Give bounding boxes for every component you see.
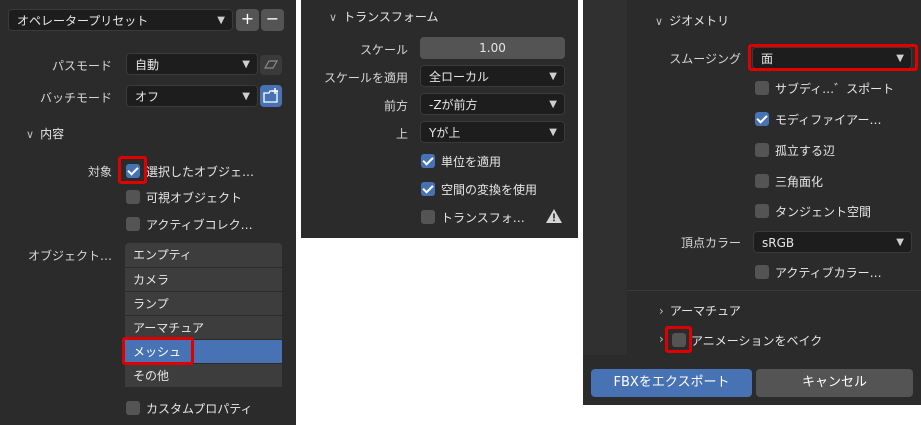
left-panel: オペレータープリセット ▼ + − パスモード 自動 ▼ バッチモード オフ ▼… xyxy=(0,0,296,425)
forward-dropdown[interactable]: -Zが前方 ▼ xyxy=(420,93,565,115)
object-type-lamp[interactable]: ランプ xyxy=(125,291,282,315)
armature-header-label: アーマチュア xyxy=(669,304,741,318)
chevron-down-icon: ▼ xyxy=(549,127,557,138)
chevron-right-icon: › xyxy=(659,332,664,346)
include-header-label: 内容 xyxy=(40,127,65,141)
chevron-down-icon: ▼ xyxy=(549,99,557,110)
tangent-space-checkbox[interactable] xyxy=(755,204,769,218)
subdiv-export-checkbox[interactable] xyxy=(755,81,769,95)
geometry-header-label: ジオメトリ xyxy=(669,14,730,28)
use-space-transform-label: 空間の変換を使用 xyxy=(441,183,538,197)
right-panel: ∨ ジオメトリ スムージング 面 ▼ サブディ…゛スポート モディファイアー… 孤… xyxy=(583,0,921,405)
scale-value: 1.00 xyxy=(479,41,506,55)
apply-modifiers-label: モディファイアー… xyxy=(775,113,882,127)
operator-preset-label: オペレータープリセット xyxy=(17,14,149,28)
object-type-armature[interactable]: アーマチュア xyxy=(125,315,282,339)
smoothing-highlight xyxy=(748,44,918,71)
chevron-down-icon: ▼ xyxy=(242,59,250,70)
path-mode-label: パスモード xyxy=(51,59,112,73)
loose-edges-checkbox[interactable] xyxy=(755,143,769,157)
selected-objects-label: 選択したオブジェ… xyxy=(146,165,255,179)
smoothing-label: スムージング xyxy=(669,52,741,66)
custom-properties-checkbox[interactable] xyxy=(126,401,140,415)
warning-icon xyxy=(545,207,563,225)
chevron-down-icon: ▼ xyxy=(242,91,250,102)
apply-unit-checkbox[interactable] xyxy=(421,154,435,168)
use-space-transform-checkbox[interactable] xyxy=(421,182,435,196)
scale-label: スケール xyxy=(359,43,408,57)
geometry-section-header[interactable]: ∨ ジオメトリ xyxy=(655,12,729,29)
apply-transform-checkbox[interactable] xyxy=(421,210,435,224)
forward-label: 前方 xyxy=(383,99,408,113)
chevron-right-icon: › xyxy=(659,304,664,318)
batch-mode-dropdown[interactable]: オフ ▼ xyxy=(126,85,258,107)
chevron-down-icon: ▼ xyxy=(217,15,225,26)
add-preset-button[interactable]: + xyxy=(236,9,259,31)
up-dropdown[interactable]: Yが上 ▼ xyxy=(420,121,565,143)
mesh-highlight xyxy=(122,337,194,365)
target-label: 対象 xyxy=(87,165,112,179)
object-type-camera[interactable]: カメラ xyxy=(125,267,282,291)
loose-edges-label: 孤立する辺 xyxy=(775,144,836,158)
vertex-color-value: sRGB xyxy=(762,236,795,250)
visible-objects-checkbox[interactable] xyxy=(126,190,140,204)
vertex-color-label: 頂点カラー xyxy=(680,236,741,250)
object-type-empty[interactable]: エンプティ xyxy=(125,243,282,267)
active-collection-label: アクティブコレク… xyxy=(146,218,253,232)
remove-preset-button[interactable]: − xyxy=(261,9,284,31)
triangulate-checkbox[interactable] xyxy=(755,174,769,188)
up-value: Yが上 xyxy=(429,126,461,140)
path-mode-dropdown[interactable]: 自動 ▼ xyxy=(126,53,258,75)
object-types-list: エンプティ カメラ ランプ アーマチュア メッシュ その他 xyxy=(125,243,282,392)
object-types-label: オブジェクト… xyxy=(27,249,112,263)
export-fbx-button[interactable]: FBXをエクスポート xyxy=(591,369,752,397)
divider xyxy=(627,290,921,291)
operator-preset-dropdown[interactable]: オペレータープリセット ▼ xyxy=(8,9,233,31)
batch-own-dir-icon[interactable] xyxy=(260,85,282,107)
outer-panel-strip xyxy=(583,0,627,355)
armature-section-header[interactable]: › アーマチュア xyxy=(659,302,741,319)
apply-modifiers-checkbox[interactable] xyxy=(755,112,769,126)
embed-textures-icon[interactable] xyxy=(260,55,282,75)
chevron-down-icon: ▼ xyxy=(896,237,904,248)
path-mode-value: 自動 xyxy=(135,58,160,72)
chevron-down-icon: ∨ xyxy=(329,11,338,24)
chevron-down-icon: ∨ xyxy=(26,128,35,141)
bake-animation-highlight xyxy=(665,326,692,353)
active-color-checkbox[interactable] xyxy=(755,265,769,279)
scale-field[interactable]: 1.00 xyxy=(420,37,565,59)
chevron-down-icon: ∨ xyxy=(655,15,664,28)
subdiv-export-label: サブディ…゛スポート xyxy=(775,82,895,96)
active-color-label: アクティブカラー… xyxy=(775,266,882,280)
vertex-color-dropdown[interactable]: sRGB ▼ xyxy=(753,231,912,253)
apply-scale-dropdown[interactable]: 全ローカル ▼ xyxy=(420,65,565,87)
apply-scale-label: スケールを適用 xyxy=(323,71,408,85)
tangent-space-label: タンジェント空間 xyxy=(775,205,872,219)
active-collection-checkbox[interactable] xyxy=(126,217,140,231)
object-type-other[interactable]: その他 xyxy=(125,363,282,387)
up-label: 上 xyxy=(395,127,408,141)
batch-mode-label: バッチモード xyxy=(39,91,112,105)
cancel-button[interactable]: キャンセル xyxy=(756,369,913,397)
chevron-down-icon: ▼ xyxy=(549,71,557,82)
triangulate-label: 三角面化 xyxy=(775,175,824,189)
transform-header-label: トランスフォーム xyxy=(343,10,439,24)
middle-panel: ∨ トランスフォーム スケール 1.00 スケールを適用 全ローカル ▼ 前方 -… xyxy=(301,0,578,238)
selected-objects-highlight xyxy=(118,156,147,184)
apply-unit-label: 単位を適用 xyxy=(441,155,502,169)
batch-mode-value: オフ xyxy=(135,90,160,104)
apply-scale-value: 全ローカル xyxy=(429,70,490,84)
transform-section-header[interactable]: ∨ トランスフォーム xyxy=(329,8,438,25)
bake-animation-label: アニメーションをベイク xyxy=(691,334,823,348)
apply-transform-label: トランスフォ… xyxy=(441,211,525,225)
forward-value: -Zが前方 xyxy=(429,98,478,112)
visible-objects-label: 可視オブジェクト xyxy=(146,191,243,205)
custom-properties-label: カスタムプロパティ xyxy=(146,402,253,416)
include-section-header[interactable]: ∨ 内容 xyxy=(26,125,64,142)
